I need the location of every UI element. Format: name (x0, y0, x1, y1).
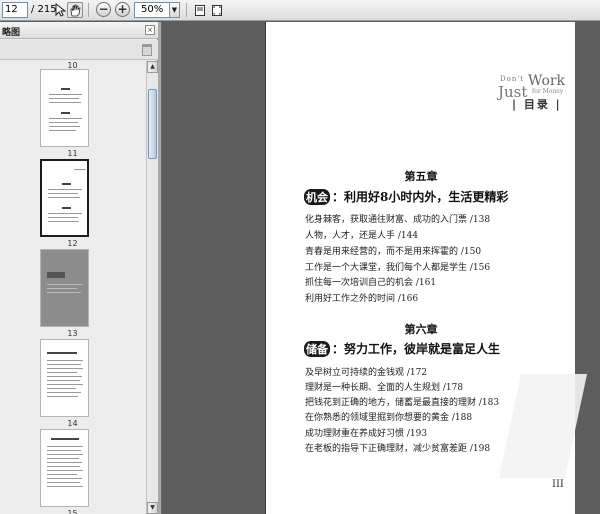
toc-entry[interactable]: 青春是用来经营的，而不是用来挥霍的 /150 (305, 244, 481, 257)
thumbnail-list: 10 11 12 13 14 15 (0, 61, 145, 514)
toc-entry[interactable]: 理财是一种长期、全面的人生规划 /178 (305, 380, 463, 393)
brand-money: for Money (532, 88, 564, 95)
thumbnail-label: 13 (67, 329, 78, 338)
zoom-dropdown-chevron-icon[interactable]: ▼ (169, 2, 180, 18)
brand-work: Work (528, 73, 566, 89)
sidebar-scrollbar[interactable]: ▲ ▼ (146, 61, 158, 514)
thumbnail-label: 15 (67, 509, 78, 514)
thumbnail-page-14[interactable] (40, 339, 89, 417)
page-watermark (498, 374, 588, 478)
toc-entry[interactable]: 工作是一个大课堂，我们每个人都是学生 /156 (305, 260, 490, 273)
chapter-badge: 储备 (304, 341, 330, 357)
toc-entry[interactable]: 人物，人才，还是人手 /144 (305, 228, 418, 241)
select-cursor-icon[interactable] (52, 2, 68, 18)
zoom-out-icon[interactable]: − (96, 2, 111, 17)
zoom-level-input[interactable]: 50% (134, 2, 170, 18)
document-page: Don't Just Work for Money | 目录 | 第五章 机会：… (265, 22, 588, 514)
thumbnail-label: 12 (67, 239, 78, 248)
scrollbar-thumb[interactable] (148, 89, 157, 159)
sidebar-header: 略图 × (0, 22, 158, 39)
chapter-heading: 机会 ：利用好8小时内外，生活更精彩 (304, 188, 508, 205)
close-icon[interactable]: × (145, 25, 155, 35)
single-page-icon[interactable] (192, 2, 208, 18)
chapter-heading: 储备 ：努力工作，彼岸就是富足人生 (304, 340, 500, 357)
toc-entry[interactable]: 抓住每一次培训自己的机会 /161 (305, 275, 436, 288)
chapter-heading-text: ：利用好8小时内外，生活更精彩 (332, 190, 509, 204)
toolbar-separator (88, 3, 89, 17)
thumbnail-page-11[interactable] (40, 69, 89, 147)
toc-entry[interactable]: 在你熟悉的领域里掘到你想要的黄金 /188 (305, 410, 472, 423)
sidebar-splitter[interactable] (158, 22, 162, 514)
page-folio: III (552, 479, 564, 490)
scroll-down-arrow-icon[interactable]: ▼ (147, 502, 158, 514)
trash-icon[interactable] (142, 44, 152, 56)
hand-tool-icon[interactable] (67, 2, 83, 18)
chapter-heading-text: ：努力工作，彼岸就是富足人生 (332, 342, 501, 356)
thumbnail-page-12[interactable] (40, 159, 89, 237)
toc-label: | 目录 | (512, 98, 562, 111)
thumbnail-sidebar: 略图 × 10 11 12 13 14 15 ▲ ▼ (0, 22, 158, 514)
sidebar-title: 略图 (2, 28, 21, 38)
thumbnail-label: 14 (67, 419, 78, 428)
sidebar-tools (0, 40, 158, 60)
thumbnail-page-15[interactable] (40, 429, 89, 507)
thumbnail-page-13[interactable] (40, 249, 89, 327)
toc-entry[interactable]: 把钱花到正确的地方，储蓄是最直接的理财 /183 (305, 395, 499, 408)
fit-page-icon[interactable] (209, 2, 225, 18)
toolbar: 12 / 215 − + 50% ▼ (0, 0, 600, 21)
toc-entry[interactable]: 化身棘客，获取通往财富、成功的入门票 /138 (305, 212, 490, 225)
thumbnail-label: 11 (67, 149, 78, 158)
toolbar-separator (186, 3, 187, 17)
toc-entry[interactable]: 利用好工作之外的时间 /166 (305, 291, 418, 304)
chapter-badge: 机会 (304, 189, 330, 205)
zoom-in-icon[interactable]: + (115, 2, 130, 17)
page-number-input[interactable]: 12 (2, 2, 28, 18)
toc-entry[interactable]: 及早树立可持续的金钱观 /172 (305, 365, 427, 378)
toc-entry[interactable]: 在老板的指导下正确理财，减少贫富差距 /198 (305, 441, 490, 454)
chapter-title: 第五章 (404, 170, 438, 183)
brand-dont: Don't (500, 75, 525, 83)
toc-entry[interactable]: 成功理财重在养成好习惯 /193 (305, 426, 427, 439)
chapter-title: 第六章 (404, 323, 438, 336)
scroll-up-arrow-icon[interactable]: ▲ (147, 61, 158, 73)
